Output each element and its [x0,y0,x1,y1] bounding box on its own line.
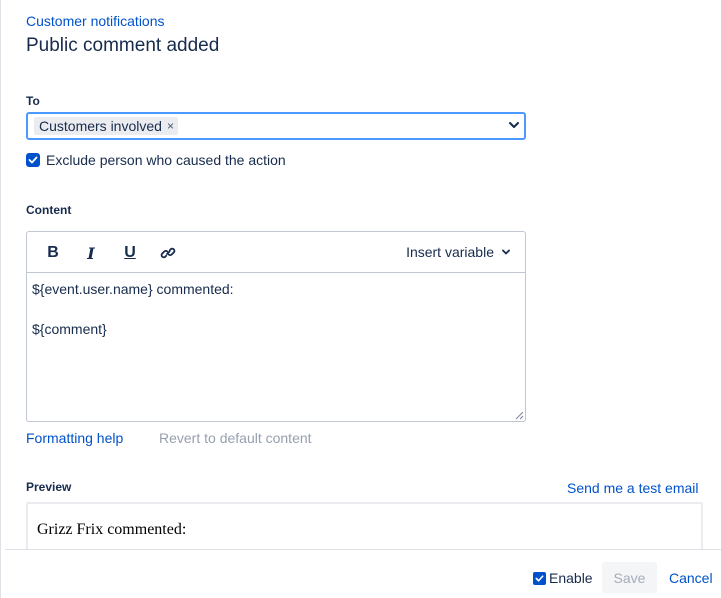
check-icon [28,156,38,164]
footer-bar: Enable Save Cancel [5,549,721,598]
insert-variable-label: Insert variable [406,244,494,260]
enable-checkbox[interactable] [533,571,546,585]
underline-button[interactable]: U [121,244,139,262]
bold-button[interactable]: B [44,244,62,262]
send-test-email-link[interactable]: Send me a test email [567,480,699,496]
chevron-down-icon[interactable] [508,119,520,131]
cancel-button[interactable]: Cancel [663,562,719,593]
to-select[interactable]: Customers involved × [26,112,526,140]
content-label: Content [26,203,72,217]
resize-handle-icon[interactable] [515,411,524,420]
page-title: Public comment added [26,35,220,56]
check-icon [535,574,544,582]
insert-variable-dropdown[interactable]: Insert variable [406,244,511,260]
exclude-actor-label: Exclude person who caused the action [46,152,286,168]
content-textarea[interactable]: ${event.user.name} commented: ${comment} [27,273,525,345]
link-icon [160,247,176,259]
preview-text: Grizz Frix commented: [37,521,187,538]
revert-default-link[interactable]: Revert to default content [159,430,312,446]
enable-toggle: Enable [533,570,593,586]
chevron-down-icon [502,249,510,255]
formatting-help-link[interactable]: Formatting help [26,430,123,446]
to-label: To [26,94,40,108]
italic-button[interactable]: I [82,244,100,263]
exclude-actor-option: Exclude person who caused the action [26,152,286,168]
exclude-actor-checkbox[interactable] [26,153,40,167]
content-editor: B I U Insert variable ${event.user.name}… [26,231,526,422]
notification-editor-page: Customer notifications Public comment ad… [0,0,721,598]
save-button[interactable]: Save [602,562,657,593]
enable-label: Enable [549,570,593,586]
chip-remove-icon[interactable]: × [167,117,174,135]
breadcrumb-customer-notifications[interactable]: Customer notifications [26,13,165,29]
preview-label: Preview [26,480,72,494]
recipient-chip-label: Customers involved [39,118,162,134]
recipient-chip: Customers involved × [34,117,178,135]
editor-toolbar: B I U Insert variable [27,232,525,273]
link-button[interactable] [159,244,177,262]
